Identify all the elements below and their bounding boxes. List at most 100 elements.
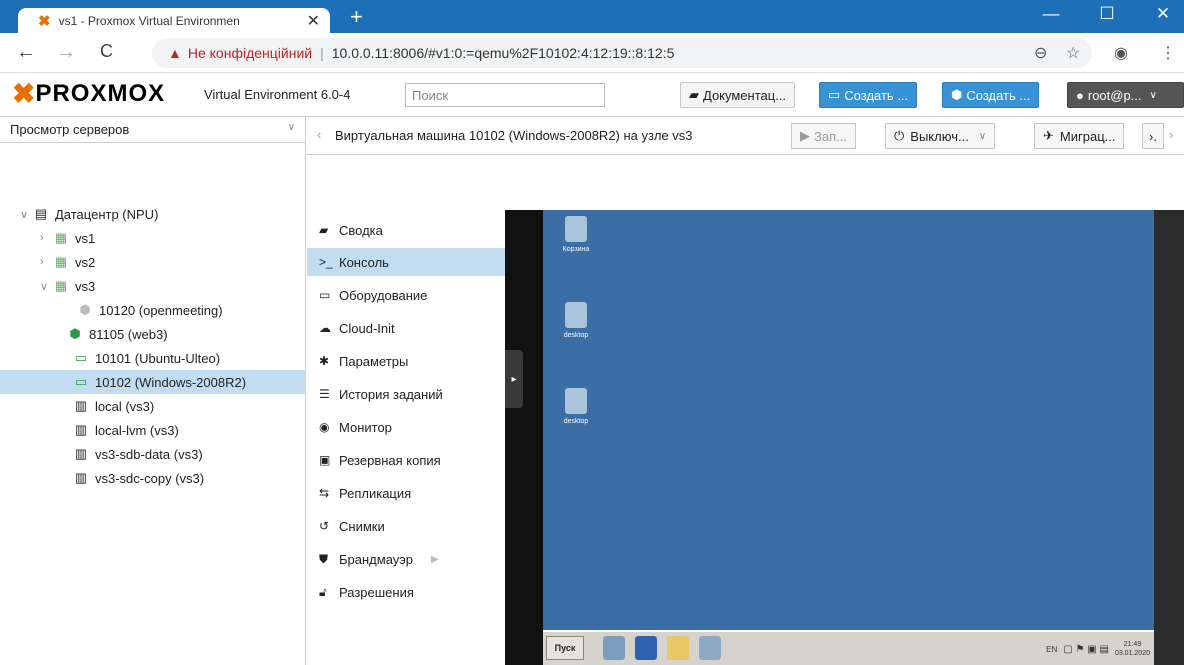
proxmox-logo: ✖ PROXMOX — [12, 80, 165, 108]
tray-icons[interactable]: ▢ ⚑ ▣ ▤ — [1063, 644, 1109, 655]
collapse-arrow-icon[interactable]: ∨ — [40, 280, 52, 293]
collapse-menu-button[interactable]: ▸ — [505, 350, 523, 408]
new-tab-button[interactable]: + — [350, 4, 363, 30]
book-icon: ▰ — [319, 223, 329, 237]
menu-item-summary[interactable]: ▰ Сводка — [307, 216, 505, 244]
start-button[interactable]: Пуск — [546, 636, 584, 660]
language-indicator[interactable]: EN — [1046, 645, 1057, 654]
desktop-icon-desktop-2[interactable]: desktop — [551, 388, 601, 425]
menu-item-firewall[interactable]: ⛊ Брандмауэр ▶ — [307, 545, 505, 573]
tree-item-vs2[interactable]: › ▦ vs2 — [40, 250, 95, 274]
omnibox-divider: | — [320, 45, 324, 61]
shutdown-button[interactable]: ⏻ Выключ... ∨ — [885, 123, 996, 149]
maximize-button[interactable]: ☐ — [1092, 4, 1122, 24]
clock[interactable]: 21:49 03.01.2020 — [1115, 640, 1150, 658]
console-button[interactable]: ›. — [1142, 123, 1164, 149]
tree-item-label: 10101 (Ubuntu-Ulteo) — [95, 350, 221, 366]
proxmox-header: ✖ PROXMOX Virtual Environment 6.0-4 Поис… — [0, 73, 1184, 117]
browser-tab-strip: ✖ vs1 - Proxmox Virtual Environmen ✕ + —… — [0, 0, 1184, 33]
tree-item-local[interactable]: ▥ local (vs3) — [72, 394, 154, 418]
tree-item-vs1[interactable]: › ▦ vs1 — [40, 226, 95, 250]
terminal-icon: >_ — [319, 255, 333, 269]
network-icon[interactable] — [699, 636, 721, 660]
migrate-label: Миграц... — [1059, 128, 1116, 144]
create-ct-button[interactable]: ⬢ Создать ... — [942, 82, 1040, 108]
desktop-icon-label: desktop — [563, 418, 589, 425]
explorer-icon[interactable] — [667, 636, 689, 660]
migrate-button[interactable]: ✈ Миграц... — [1034, 123, 1125, 149]
server-manager-icon[interactable] — [603, 636, 625, 660]
create-vm-button[interactable]: ▭ Создать ... — [819, 82, 918, 108]
collapse-arrow-icon[interactable]: ∨ — [20, 208, 32, 221]
menu-item-backup[interactable]: ▣ Резервная копия — [307, 446, 505, 474]
menu-item-permissions[interactable]: 🔓︎ Разрешения — [307, 578, 505, 606]
tree-item-10101[interactable]: ▭ 10101 (Ubuntu-Ulteo) — [72, 346, 220, 370]
tree-item-vs3-sdb-data[interactable]: ▥ vs3-sdb-data (vs3) — [72, 442, 203, 466]
menu-item-task-history[interactable]: ☰ История заданий — [307, 380, 505, 408]
tree-item-label: vs2 — [75, 254, 96, 270]
close-window-button[interactable]: ✕ — [1148, 4, 1178, 24]
tree-item-10120[interactable]: ⬢ 10120 (openmeeting) — [76, 298, 222, 322]
start-button[interactable]: ▶ Зап... — [791, 123, 856, 149]
powershell-icon[interactable] — [635, 636, 657, 660]
chevron-down-icon[interactable]: ∨ — [979, 131, 986, 142]
back-button[interactable]: ← — [16, 41, 36, 64]
menu-item-replication[interactable]: ⇆ Репликация — [307, 479, 505, 507]
expand-arrow-icon[interactable]: › — [40, 232, 52, 244]
menu-item-console[interactable]: >_ Консоль — [307, 248, 505, 276]
version-label: Virtual Environment 6.0-4 — [204, 87, 351, 102]
desktop-icon-desktop-1[interactable]: desktop — [551, 302, 601, 339]
extension-icon[interactable]: ◉ — [1114, 43, 1128, 63]
tree-item-81105[interactable]: ⬢ 81105 (web3) — [66, 322, 168, 346]
menu-item-label: Cloud-Init — [339, 320, 395, 336]
logo-text: PROXMOX — [35, 80, 166, 107]
bookmark-star-icon[interactable]: ☆ — [1066, 43, 1080, 63]
vm-desktop[interactable]: Корзина desktop desktop — [543, 210, 1154, 630]
clock-time: 21:49 — [1123, 641, 1142, 648]
vm-menu: ▰ Сводка >_ Консоль ▭ Оборудование ☁ Cloud-I… — [307, 156, 505, 665]
desktop-icon-label: desktop — [563, 332, 589, 339]
documentation-label: Документац... — [703, 87, 787, 103]
zoom-icon[interactable]: ⊖ — [1034, 43, 1047, 63]
view-selector[interactable]: Просмотр серверов ∨ — [0, 117, 305, 143]
tree-item-label: 81105 (web3) — [89, 326, 168, 342]
power-icon: ⏻ — [894, 128, 905, 143]
browser-tab[interactable]: ✖ vs1 - Proxmox Virtual Environmen ✕ — [18, 8, 330, 33]
documentation-button[interactable]: ▰ Документац... — [680, 82, 796, 108]
url-text[interactable]: 10.0.0.11:8006/#v1:0:=qemu%2F10102:4:12:… — [332, 45, 675, 61]
tree-item-datacenter[interactable]: ∨ ▤ Датацентр (NPU) — [20, 202, 306, 226]
desktop-icon-recycle-bin[interactable]: Корзина — [551, 216, 601, 253]
menu-item-monitor[interactable]: ◉ Монитор — [307, 413, 505, 441]
menu-item-label: Монитор — [339, 419, 392, 435]
tree-item-local-lvm[interactable]: ▥ local-lvm (vs3) — [72, 418, 179, 442]
submenu-arrow-icon: ▶ — [431, 553, 439, 565]
console-label: ›. — [1149, 128, 1157, 144]
minimize-button[interactable]: — — [1036, 4, 1066, 24]
tree-item-vs3[interactable]: ∨ ▦ vs3 — [40, 274, 95, 298]
search-input[interactable]: Поиск — [405, 83, 605, 107]
tree-item-10102[interactable]: ▭ 10102 (Windows-2008R2) — [0, 370, 306, 394]
user-menu-button[interactable]: ● root@p... ∨ — [1067, 82, 1184, 108]
menu-kebab-icon[interactable]: ⋮ — [1160, 43, 1176, 63]
menu-item-label: Параметры — [339, 353, 409, 369]
tree-item-label: vs3 — [75, 278, 96, 294]
tab-close-icon[interactable]: ✕ — [307, 11, 320, 31]
console-side-strip — [1154, 210, 1184, 665]
menu-item-label: Оборудование — [339, 287, 428, 303]
menu-item-cloud-init[interactable]: ☁ Cloud-Init — [307, 314, 505, 342]
book-icon: ▰ — [689, 87, 699, 102]
forward-button[interactable]: → — [56, 41, 76, 64]
address-input[interactable]: ▲ Не конфіденційний | 10.0.0.11:8006/#v1… — [152, 38, 1092, 68]
chevron-right-icon[interactable]: › — [1169, 127, 1173, 142]
user-label: root@p... — [1087, 87, 1142, 103]
security-warning[interactable]: Не конфіденційний — [188, 45, 312, 61]
expand-arrow-icon[interactable]: › — [40, 256, 52, 268]
menu-item-options[interactable]: ✱ Параметры — [307, 347, 505, 375]
menu-item-hardware[interactable]: ▭ Оборудование — [307, 281, 505, 309]
menu-item-snapshots[interactable]: ↺ Снимки — [307, 512, 505, 540]
chevron-left-icon[interactable]: ‹ — [317, 127, 321, 142]
reload-button[interactable]: C — [100, 41, 113, 62]
tree-item-vs3-sdc-copy[interactable]: ▥ vs3-sdc-copy (vs3) — [72, 466, 204, 490]
unlock-icon: 🔓︎ — [319, 584, 327, 599]
tree-item-label: vs1 — [75, 230, 96, 246]
